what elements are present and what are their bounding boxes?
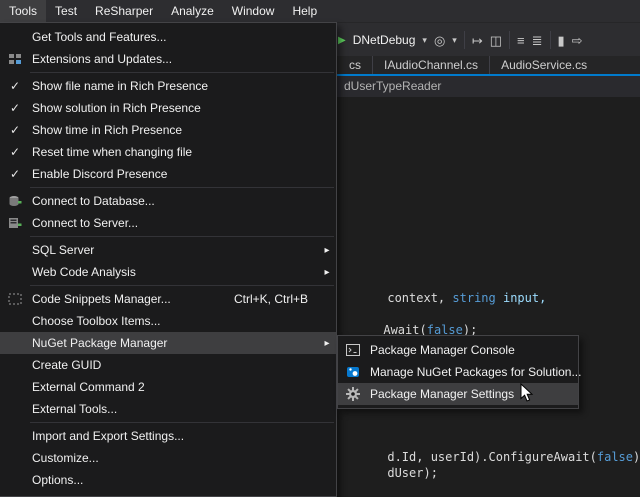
server-icon xyxy=(4,217,26,230)
toolbar-separator xyxy=(509,31,510,49)
menu-item-connect-to-server[interactable]: Connect to Server... xyxy=(0,212,336,234)
menu-separator xyxy=(30,187,334,188)
tab-audioservice[interactable]: AudioService.cs xyxy=(489,56,598,74)
navigate-to-icon[interactable]: ↦ xyxy=(472,34,483,47)
submenu-arrow-icon: ▸ xyxy=(318,245,336,256)
run-configuration-dropdown[interactable]: DNetDebug xyxy=(353,33,416,47)
menu-item-nuget-package-manager[interactable]: NuGet Package Manager ▸ xyxy=(0,332,336,354)
database-icon xyxy=(4,195,26,208)
console-icon xyxy=(342,344,364,357)
tools-menu: Get Tools and Features... Extensions and… xyxy=(0,22,337,497)
submenu-item-package-manager-console[interactable]: Package Manager Console xyxy=(338,339,578,361)
code-line: se); xyxy=(344,484,416,497)
menubar-item-resharper[interactable]: ReSharper xyxy=(86,0,162,22)
menu-item-external-command-2[interactable]: External Command 2 xyxy=(0,376,336,398)
submenu-arrow-icon: ▸ xyxy=(318,338,336,349)
menu-item-create-guid[interactable]: Create GUID xyxy=(0,354,336,376)
menu-item-reset-time[interactable]: ✓ Reset time when changing file xyxy=(0,141,336,163)
menu-item-show-time[interactable]: ✓ Show time in Rich Presence xyxy=(0,119,336,141)
menu-item-sql-server[interactable]: SQL Server ▸ xyxy=(0,239,336,261)
menu-separator xyxy=(30,285,334,286)
menu-item-connect-to-database[interactable]: Connect to Database... xyxy=(0,190,336,212)
vs-window: Tools Test ReSharper Analyze Window Help… xyxy=(0,0,640,497)
menubar-item-tools[interactable]: Tools xyxy=(0,0,46,22)
checkmark-icon: ✓ xyxy=(4,146,26,158)
tab-partial[interactable]: cs xyxy=(338,56,372,74)
menu-separator xyxy=(30,422,334,423)
menu-item-choose-toolbox-items[interactable]: Choose Toolbox Items... xyxy=(0,310,336,332)
chevron-down-icon[interactable]: ▾ xyxy=(422,35,427,46)
menu-separator xyxy=(30,236,334,237)
menubar-item-analyze[interactable]: Analyze xyxy=(162,0,223,22)
snippets-icon xyxy=(4,293,26,306)
toolbar-separator xyxy=(550,31,551,49)
mouse-cursor xyxy=(520,383,534,406)
sort-lines-icon[interactable]: ≡ xyxy=(517,34,525,47)
menu-item-code-snippets-manager[interactable]: Code Snippets Manager... Ctrl+K, Ctrl+B xyxy=(0,288,336,310)
bookmark-icon[interactable]: ▮ xyxy=(558,34,565,47)
navigation-dropdown[interactable]: dUserTypeReader xyxy=(344,76,441,97)
checkmark-icon: ✓ xyxy=(4,102,26,114)
menubar-item-window[interactable]: Window xyxy=(223,0,284,22)
line-numbers-icon[interactable]: ≣ xyxy=(532,34,543,47)
menu-item-show-solution[interactable]: ✓ Show solution in Rich Presence xyxy=(0,97,336,119)
start-debug-icon[interactable]: ▶ xyxy=(338,35,346,46)
shortcut-text: Ctrl+K, Ctrl+B xyxy=(234,292,318,306)
toolbar-separator xyxy=(464,31,465,49)
checkmark-icon: ✓ xyxy=(4,168,26,180)
tab-iaudiochannel[interactable]: IAudioChannel.cs xyxy=(372,56,489,74)
menu-separator xyxy=(30,72,334,73)
menu-item-web-code-analysis[interactable]: Web Code Analysis ▸ xyxy=(0,261,336,283)
menubar-item-help[interactable]: Help xyxy=(283,0,326,22)
checkmark-icon: ✓ xyxy=(4,80,26,92)
checkmark-icon: ✓ xyxy=(4,124,26,136)
menu-item-external-tools[interactable]: External Tools... xyxy=(0,398,336,420)
submenu-item-package-manager-settings[interactable]: Package Manager Settings xyxy=(338,383,578,405)
menu-item-show-file-name[interactable]: ✓ Show file name in Rich Presence xyxy=(0,75,336,97)
attach-icon[interactable]: ◎ xyxy=(434,34,445,47)
nuget-package-icon xyxy=(342,366,364,379)
submenu-arrow-icon: ▸ xyxy=(318,267,336,278)
nuget-submenu: Package Manager Console Manage NuGet Pac… xyxy=(337,335,579,409)
next-bookmark-icon[interactable]: ⇨ xyxy=(572,34,583,47)
menu-item-import-and-export-settings[interactable]: Import and Export Settings... xyxy=(0,425,336,447)
menu-bar: Tools Test ReSharper Analyze Window Help xyxy=(0,0,640,22)
menu-item-options[interactable]: Options... xyxy=(0,469,336,491)
menu-item-get-tools-and-features[interactable]: Get Tools and Features... xyxy=(0,26,336,48)
chevron-down-icon[interactable]: ▾ xyxy=(452,35,457,46)
menu-item-enable-discord-presence[interactable]: ✓ Enable Discord Presence xyxy=(0,163,336,185)
gear-icon xyxy=(342,387,364,401)
submenu-item-manage-nuget-packages[interactable]: Manage NuGet Packages for Solution... xyxy=(338,361,578,383)
menubar-item-test[interactable]: Test xyxy=(46,0,86,22)
menu-item-customize[interactable]: Customize... xyxy=(0,447,336,469)
extensions-icon xyxy=(4,53,26,66)
split-columns-icon[interactable]: ◫ xyxy=(490,34,502,47)
menu-item-extensions-and-updates[interactable]: Extensions and Updates... xyxy=(0,48,336,70)
